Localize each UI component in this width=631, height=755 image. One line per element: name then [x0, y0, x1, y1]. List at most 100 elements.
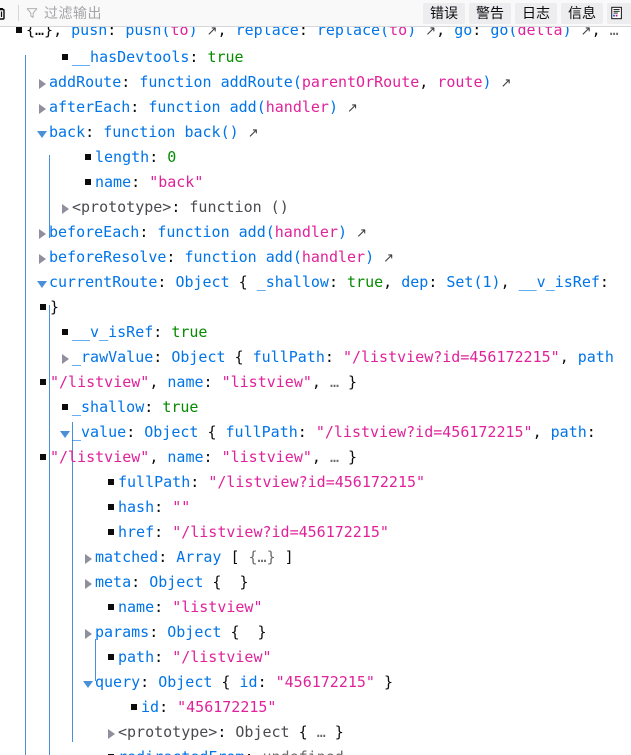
property-name: id	[239, 673, 258, 691]
property-name: push	[71, 27, 108, 39]
token: {	[225, 348, 253, 366]
jump-to-definition-icon[interactable]: ↗	[207, 27, 218, 39]
property-name: path	[118, 648, 155, 666]
filter-warnings-button[interactable]: 警告	[469, 2, 511, 24]
object-property-row[interactable]: matched: Array [ {…} ]	[0, 545, 631, 570]
object-property-row[interactable]: beforeResolve: function add(handler) ↗	[0, 245, 631, 270]
token: ,	[217, 27, 236, 39]
object-property-row[interactable]: id: "456172215"	[0, 695, 631, 720]
expand-arrow-icon[interactable]	[83, 578, 93, 589]
jump-to-definition-icon[interactable]: ↗	[581, 27, 592, 39]
jump-to-definition-icon[interactable]: ↗	[347, 101, 358, 116]
object-property-row[interactable]: currentRoute: Object { _shallow: true, d…	[0, 270, 631, 295]
object-property-row[interactable]: _value: Object { fullPath: "/listview?id…	[0, 420, 631, 445]
token: ,	[383, 273, 402, 291]
object-property-row[interactable]: name: "listview"	[0, 595, 631, 620]
object-property-row[interactable]: "/listview", name: "listview", … }	[0, 445, 631, 470]
property-name: path	[550, 423, 587, 441]
property-name: meta	[95, 573, 132, 591]
trash-icon[interactable]	[0, 0, 14, 26]
no-arrow-spacer	[60, 53, 70, 63]
string-value: "/listview"	[50, 373, 150, 391]
filter-logs-button[interactable]: 日志	[515, 2, 557, 24]
filter-errors-button[interactable]: 错误	[423, 2, 465, 24]
property-name: back	[49, 123, 86, 141]
object-property-row[interactable]: __hasDevtools: true	[0, 45, 631, 70]
token: )	[482, 73, 501, 91]
token: {…},	[26, 27, 72, 39]
token: :	[131, 173, 150, 191]
token: <prototype>	[72, 198, 172, 216]
expand-arrow-icon[interactable]	[37, 103, 47, 114]
object-property-row[interactable]: name: "back"	[0, 170, 631, 195]
object-property-row[interactable]: {…}, push: push(to) ↗, replace: replace(…	[0, 27, 631, 45]
object-property-row[interactable]: params: Object { }	[0, 620, 631, 645]
object-property-row[interactable]: fullPath: "/listview?id=456172215"	[0, 470, 631, 495]
expand-arrow-icon[interactable]	[60, 203, 70, 214]
requests-icon[interactable]	[607, 2, 631, 24]
no-arrow-spacer	[60, 328, 70, 338]
property-name: _rawValue	[72, 348, 154, 366]
token: handler	[265, 98, 329, 116]
property-name: path	[577, 348, 614, 366]
jump-to-definition-icon[interactable]: ↗	[383, 251, 394, 266]
property-name: name	[167, 373, 204, 391]
collapse-arrow-icon[interactable]	[37, 278, 47, 288]
expand-arrow-icon[interactable]	[60, 353, 70, 364]
token: )	[562, 27, 581, 39]
object-property-row[interactable]: "/listview", name: "listview", … }	[0, 370, 631, 395]
object-property-row[interactable]: afterEach: function add(handler) ↗	[0, 95, 631, 120]
collapse-arrow-icon[interactable]	[37, 128, 47, 138]
object-property-row[interactable]: <prototype>: function ()	[0, 195, 631, 220]
token: :	[131, 573, 150, 591]
token: go(	[490, 27, 518, 39]
object-property-row[interactable]: _rawValue: Object { fullPath: "/listview…	[0, 345, 631, 370]
console-output[interactable]: {…}, push: push(to) ↗, replace: replace(…	[0, 27, 631, 755]
no-arrow-spacer	[38, 378, 48, 388]
jump-to-definition-icon[interactable]: ↗	[356, 226, 367, 241]
jump-to-definition-icon[interactable]: ↗	[501, 76, 512, 91]
object-property-row[interactable]: <prototype>: Object { … }	[0, 720, 631, 745]
object-tree: {…}, push: push(to) ↗, replace: replace(…	[0, 27, 631, 755]
object-property-row[interactable]: hash: ""	[0, 495, 631, 520]
token: {	[229, 273, 257, 291]
object-property-row[interactable]: }	[0, 295, 631, 320]
token: :	[107, 27, 126, 39]
object-property-row[interactable]: query: Object { id: "456172215" }	[0, 670, 631, 695]
token: )	[338, 223, 357, 241]
toolbar-divider	[18, 5, 19, 21]
property-name: afterEach	[49, 98, 131, 116]
object-property-row[interactable]: __v_isRef: true	[0, 320, 631, 345]
undefined-value: undefined	[263, 748, 344, 755]
expand-arrow-icon[interactable]	[83, 553, 93, 564]
primitive-value: true	[347, 273, 384, 291]
object-property-row[interactable]: beforeEach: function add(handler) ↗	[0, 220, 631, 245]
expand-arrow-icon[interactable]	[83, 628, 93, 639]
token: :	[154, 498, 173, 516]
object-property-row[interactable]: href: "/listview?id=456172215"	[0, 520, 631, 545]
expand-arrow-icon[interactable]	[37, 78, 47, 89]
string-value: to	[170, 27, 189, 39]
filter-info-button[interactable]: 信息	[561, 2, 603, 24]
property-name: fullPath	[118, 473, 191, 491]
expand-arrow-icon[interactable]	[37, 228, 47, 239]
object-property-row[interactable]: _shallow: true	[0, 395, 631, 420]
token: :	[190, 473, 209, 491]
expand-arrow-icon[interactable]	[106, 728, 116, 739]
object-property-row[interactable]: redirectedFrom: undefined	[0, 745, 631, 755]
expand-arrow-icon[interactable]	[37, 253, 47, 264]
object-property-row[interactable]: path: "/listview"	[0, 645, 631, 670]
filter-input[interactable]: 过滤输出	[25, 2, 423, 24]
token: :	[149, 623, 168, 641]
token: :	[126, 423, 145, 441]
jump-to-definition-icon[interactable]: ↗	[248, 126, 259, 141]
object-property-row[interactable]: meta: Object { }	[0, 570, 631, 595]
string-value: "listview"	[221, 373, 312, 391]
property-name: _shallow	[72, 398, 145, 416]
collapse-arrow-icon[interactable]	[83, 678, 93, 688]
object-property-row[interactable]: back: function back() ↗	[0, 120, 631, 145]
collapse-arrow-icon[interactable]	[60, 428, 70, 438]
object-property-row[interactable]: addRoute: function addRoute(parentOrRout…	[0, 70, 631, 95]
object-property-row[interactable]: length: 0	[0, 145, 631, 170]
jump-to-definition-icon[interactable]: ↗	[425, 27, 436, 39]
